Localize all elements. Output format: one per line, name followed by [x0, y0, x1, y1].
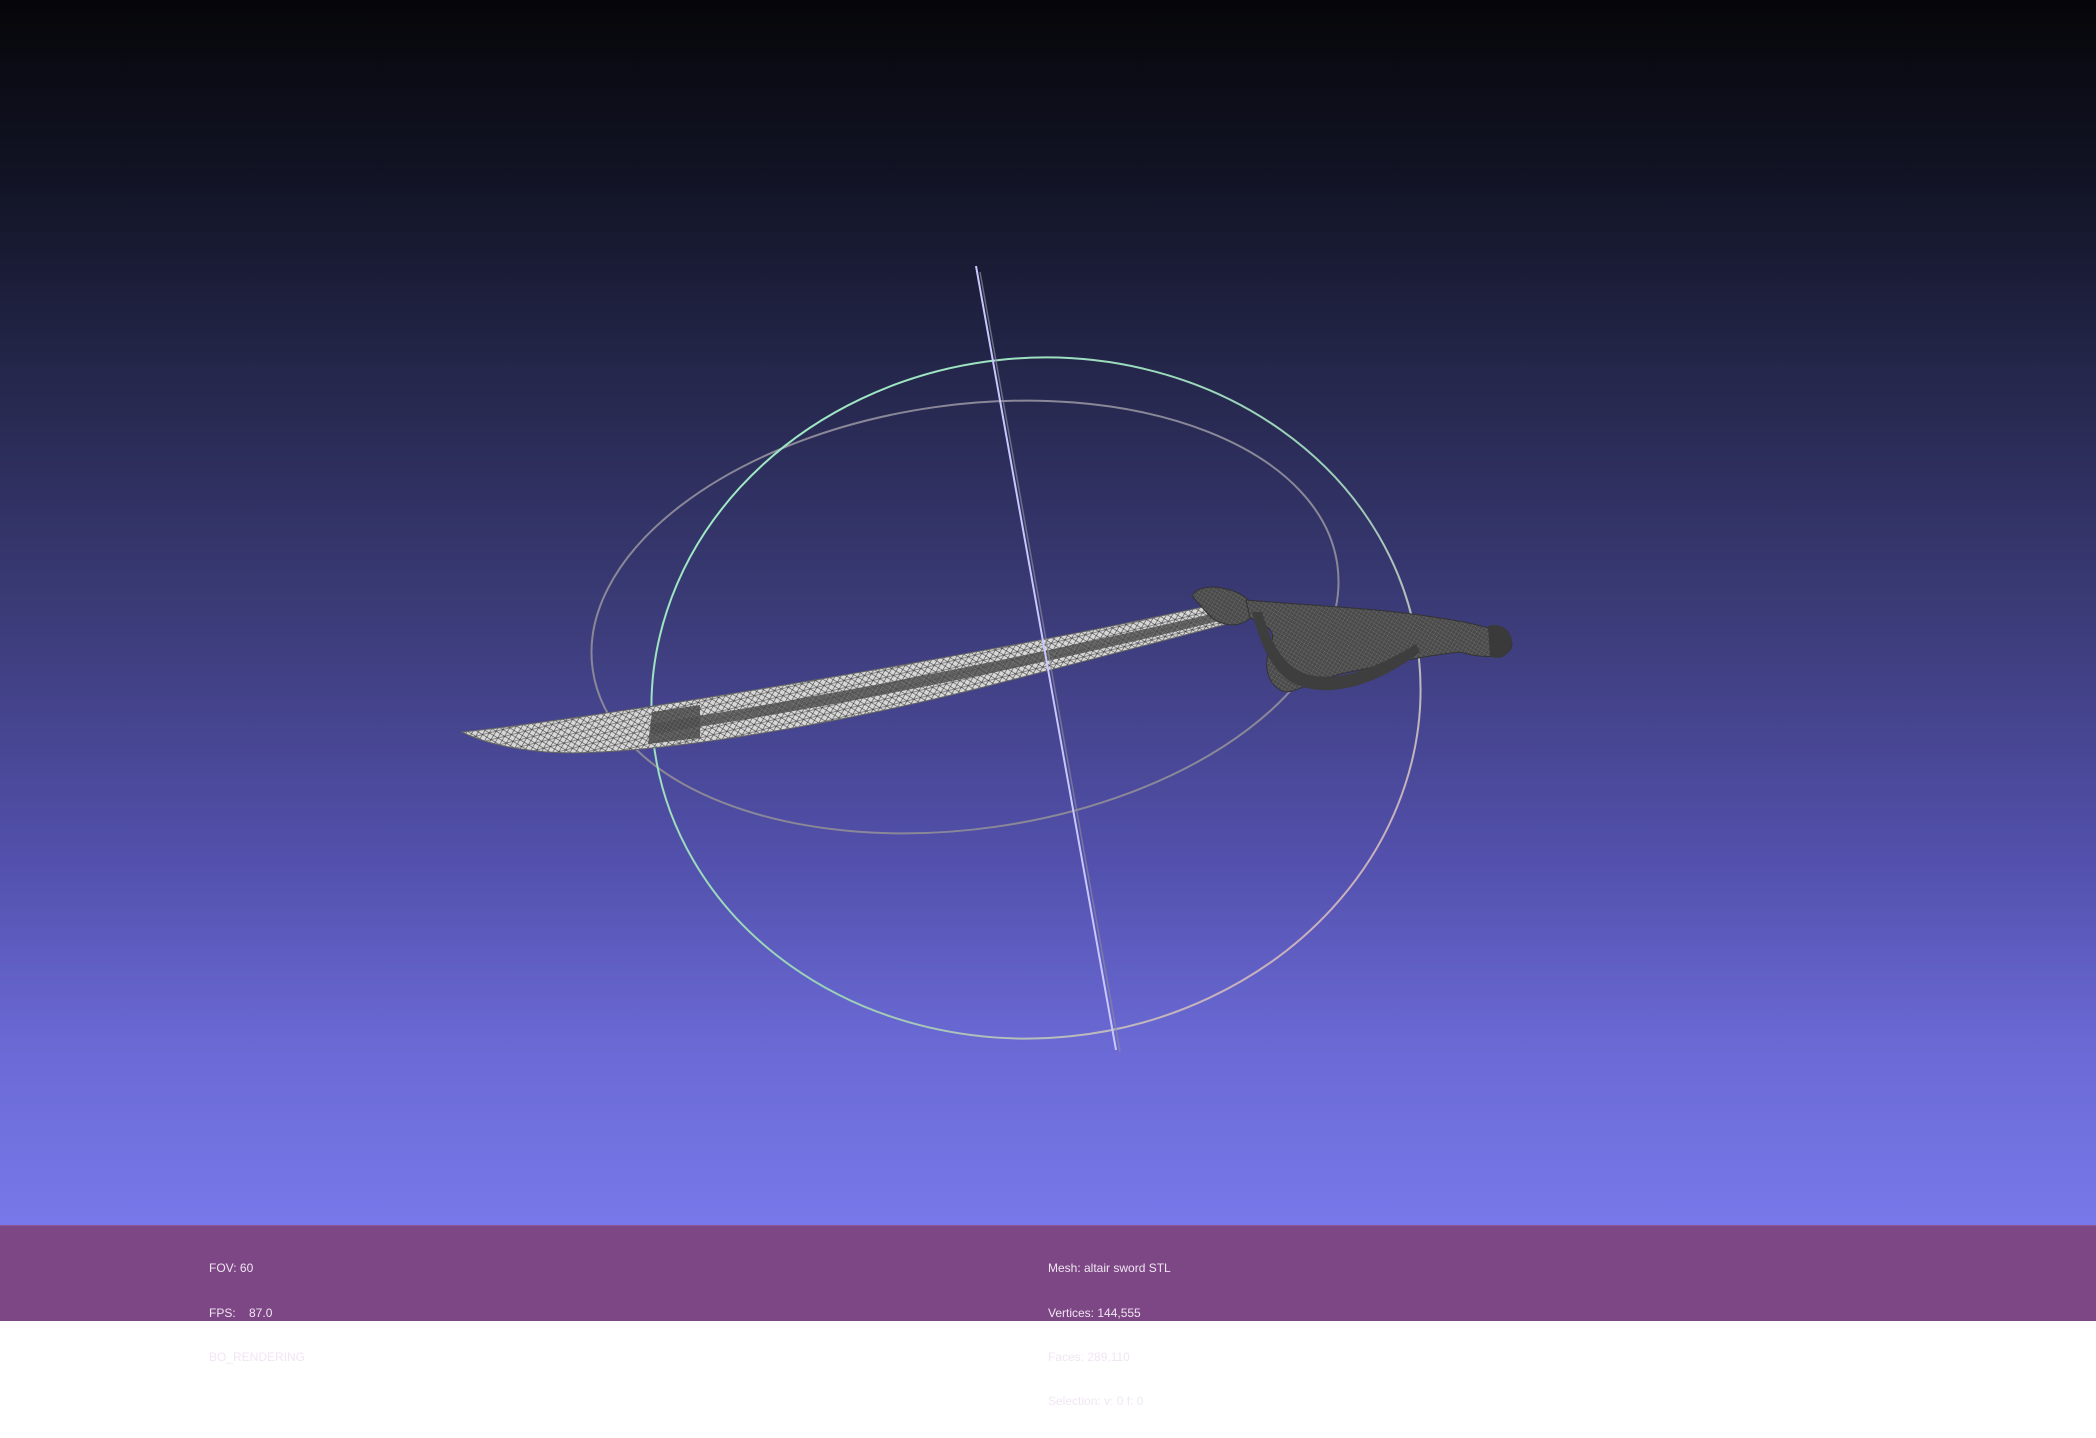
selection-label: Selection: v: 0 f: 0 [1048, 1393, 1144, 1408]
3d-viewport[interactable] [0, 0, 2096, 1225]
sword-pommel [1488, 624, 1512, 659]
face-count-label: Faces: 289,110 [1048, 1349, 1130, 1364]
fov-label: FOV: 60 [209, 1261, 254, 1276]
sword-blade [460, 597, 1251, 754]
vertex-count-label: Vertices: 144,555 [1048, 1305, 1141, 1320]
status-bar: FOV: 60 FPS: 87.0 BO_RENDERING Mesh: alt… [0, 1225, 2096, 1408]
mesh-name-label: Mesh: altair sword STL [1048, 1261, 1171, 1276]
fps-label: FPS: 87.0 [209, 1305, 273, 1320]
render-info: FOV: 60 FPS: 87.0 BO_RENDERING [209, 1232, 305, 1394]
mesh-info: Mesh: altair sword STL Vertices: 144,555… [1048, 1232, 1171, 1438]
render-mode-label: BO_RENDERING [209, 1349, 306, 1364]
scene-canvas[interactable] [0, 0, 2096, 1225]
sword-mesh[interactable] [460, 586, 1513, 754]
